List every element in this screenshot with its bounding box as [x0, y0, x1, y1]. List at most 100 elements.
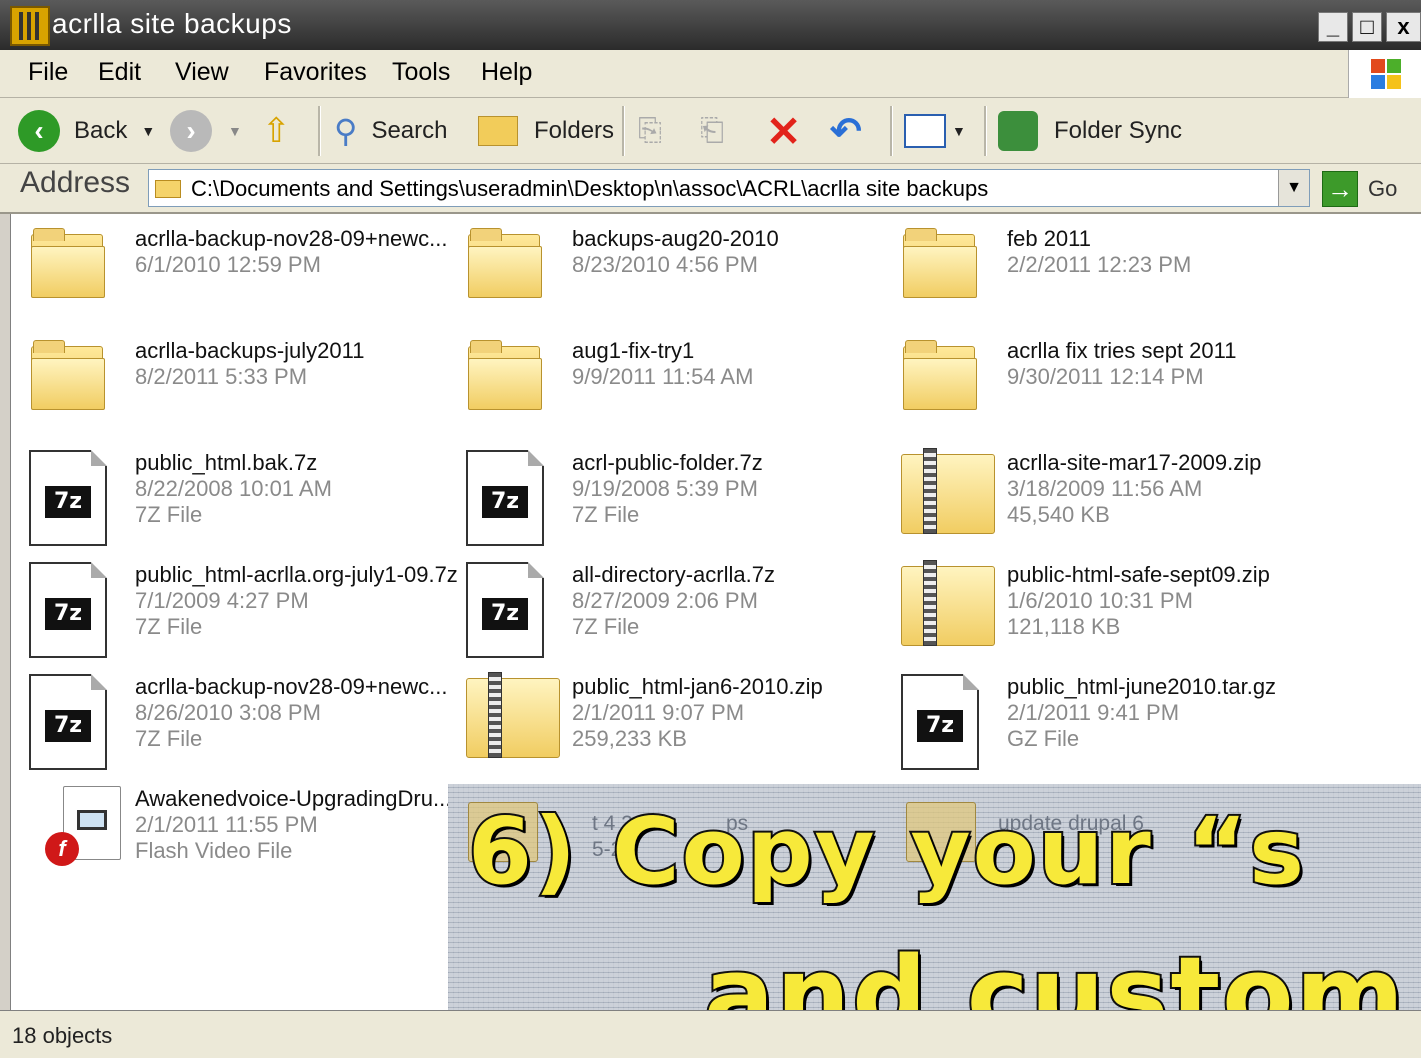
back-button[interactable]: ‹ Back ▼ [18, 108, 155, 154]
address-bar: Address C:\Documents and Settings\userad… [0, 164, 1421, 214]
flash-video-icon: f [19, 774, 121, 874]
folder-sync-label: Folder Sync [1054, 117, 1183, 144]
file-item[interactable]: acrlla-backup-nov28-09+newc... 6/1/2010 1… [29, 226, 459, 326]
file-name: aug1-fix-try1 [572, 338, 695, 363]
file-item[interactable]: 7z acrl-public-folder.7z 9/19/2008 5:39 PM… [466, 450, 896, 550]
file-item[interactable]: 7z acrlla-backup-nov28-09+newc... 8/26/201… [29, 674, 459, 774]
zip-file-icon [901, 426, 995, 534]
file-name: acrlla fix tries sept 2011 [1007, 338, 1237, 363]
file-item[interactable]: 7z public_html-june2010.tar.gz 2/1/2011 9:… [901, 674, 1331, 774]
file-type: 45,540 KB [1007, 502, 1110, 527]
copy-to-icon[interactable]: ⎗ [700, 108, 724, 154]
forward-button[interactable]: › ▼ [170, 108, 242, 154]
window-title: acrlla site backups [52, 8, 292, 39]
7z-file-icon: 7z [11, 644, 107, 770]
views-button[interactable]: ▼ [904, 108, 966, 154]
folder-icon [466, 316, 546, 416]
file-type: 259,233 KB [572, 726, 687, 751]
go-button[interactable]: → Go [1322, 170, 1397, 208]
menu-edit[interactable]: Edit [98, 58, 141, 87]
file-item[interactable]: public-html-safe-sept09.zip 1/6/2010 10:3… [901, 560, 1331, 662]
forward-arrow-icon: › [170, 110, 212, 152]
file-date: 1/6/2010 10:31 PM [1007, 588, 1193, 613]
delete-icon[interactable]: ✕ [766, 108, 801, 155]
search-button[interactable]: ⚲ Search [334, 108, 447, 154]
up-folder-icon[interactable]: ⇧ [262, 108, 291, 154]
file-date: 8/2/2011 5:33 PM [135, 364, 308, 389]
go-label: Go [1368, 176, 1398, 201]
zip-file-icon [466, 650, 560, 758]
address-path: C:\Documents and Settings\useradmin\Desk… [191, 176, 989, 201]
folder-sync-icon [998, 111, 1038, 151]
file-item[interactable]: f Awakenedvoice-UpgradingDru... 2/1/2011 1… [29, 786, 459, 886]
file-item[interactable]: public_html-jan6-2010.zip 2/1/2011 9:07 P… [466, 672, 896, 774]
back-arrow-icon: ‹ [18, 110, 60, 152]
address-label: Address [20, 166, 131, 199]
file-item[interactable]: aug1-fix-try1 9/9/2011 11:54 AM [466, 338, 896, 438]
toolbar-separator [622, 106, 625, 156]
file-item[interactable]: feb 2011 2/2/2011 12:23 PM [901, 226, 1331, 326]
file-item[interactable]: acrlla-backups-july2011 8/2/2011 5:33 PM [29, 338, 459, 438]
file-name: all-directory-acrlla.7z [572, 562, 775, 587]
menu-bar: File Edit View Favorites Tools Help [0, 50, 1421, 98]
file-type: 7Z File [572, 614, 640, 639]
move-to-icon[interactable]: ⎘ [638, 108, 662, 154]
status-bar: 18 objects [0, 1010, 1421, 1058]
file-date: 8/23/2010 4:56 PM [572, 252, 758, 277]
file-name: acrlla-backup-nov28-09+newc... [135, 226, 448, 251]
file-type: 121,118 KB [1007, 614, 1121, 639]
file-type: GZ File [1007, 726, 1080, 751]
file-item[interactable]: backups-aug20-2010 8/23/2010 4:56 PM [466, 226, 896, 326]
maximize-button[interactable]: □ [1352, 12, 1382, 42]
file-type: 7Z File [135, 502, 203, 527]
file-item[interactable]: acrlla fix tries sept 2011 9/30/2011 12:1… [901, 338, 1331, 438]
file-item[interactable]: 7z public_html.bak.7z 8/22/2008 10:01 AM 7Z… [29, 450, 459, 550]
file-type: Flash Video File [135, 838, 293, 863]
go-arrow-icon: → [1322, 171, 1358, 207]
menu-help[interactable]: Help [481, 58, 532, 87]
file-date: 8/27/2009 2:06 PM [572, 588, 758, 613]
file-date: 8/26/2010 3:08 PM [135, 700, 321, 725]
file-item[interactable]: acrlla-site-mar17-2009.zip 3/18/2009 11:5… [901, 448, 1331, 550]
forward-dropdown-icon[interactable]: ▼ [228, 123, 242, 139]
file-name: Awakenedvoice-UpgradingDru... [135, 786, 452, 811]
file-type: 7Z File [572, 502, 640, 527]
7z-file-icon: 7z [11, 420, 107, 546]
file-item[interactable]: 7z all-directory-acrlla.7z 8/27/2009 2:06 … [466, 562, 896, 662]
menu-view[interactable]: View [175, 58, 229, 87]
minimize-button[interactable]: _ [1318, 12, 1348, 42]
views-icon [904, 114, 946, 148]
folders-label: Folders [534, 117, 615, 144]
folder-icon [29, 204, 109, 304]
file-name: public_html-jan6-2010.zip [572, 674, 823, 699]
file-date: 8/22/2008 10:01 AM [135, 476, 332, 501]
windows-logo-icon [1348, 50, 1421, 98]
file-date: 9/19/2008 5:39 PM [572, 476, 758, 501]
close-button[interactable]: x [1386, 12, 1421, 42]
zip-file-icon [901, 538, 995, 646]
back-dropdown-icon[interactable]: ▼ [141, 123, 155, 139]
folder-sync-button[interactable]: Folder Sync [998, 108, 1182, 154]
title-bar: acrlla site backups _ □ x [0, 0, 1421, 50]
7z-file-icon: 7z [448, 532, 544, 658]
object-count: 18 objects [12, 1023, 113, 1048]
folders-button[interactable]: Folders [478, 108, 614, 154]
menu-file[interactable]: File [28, 58, 68, 87]
folder-icon [901, 316, 981, 416]
address-dropdown-icon[interactable]: ▼ [1278, 170, 1309, 206]
menu-tools[interactable]: Tools [392, 58, 450, 87]
file-date: 3/18/2009 11:56 AM [1007, 476, 1203, 501]
folder-icon [901, 204, 981, 304]
menu-favorites[interactable]: Favorites [264, 58, 367, 87]
address-input[interactable]: C:\Documents and Settings\useradmin\Desk… [148, 169, 1310, 207]
file-item[interactable]: 7z public_html-acrlla.org-july1-09.7z 7/1/… [29, 562, 459, 662]
file-date: 2/2/2011 12:23 PM [1007, 252, 1192, 277]
file-type: 7Z File [135, 614, 203, 639]
app-icon[interactable] [10, 6, 50, 46]
file-name: public_html-june2010.tar.gz [1007, 674, 1277, 699]
toolbar-separator [318, 106, 321, 156]
undo-icon[interactable]: ↶ [830, 108, 862, 154]
file-type: 7Z File [135, 726, 203, 751]
file-name: acrlla-site-mar17-2009.zip [1007, 450, 1262, 475]
toolbar-separator [890, 106, 893, 156]
